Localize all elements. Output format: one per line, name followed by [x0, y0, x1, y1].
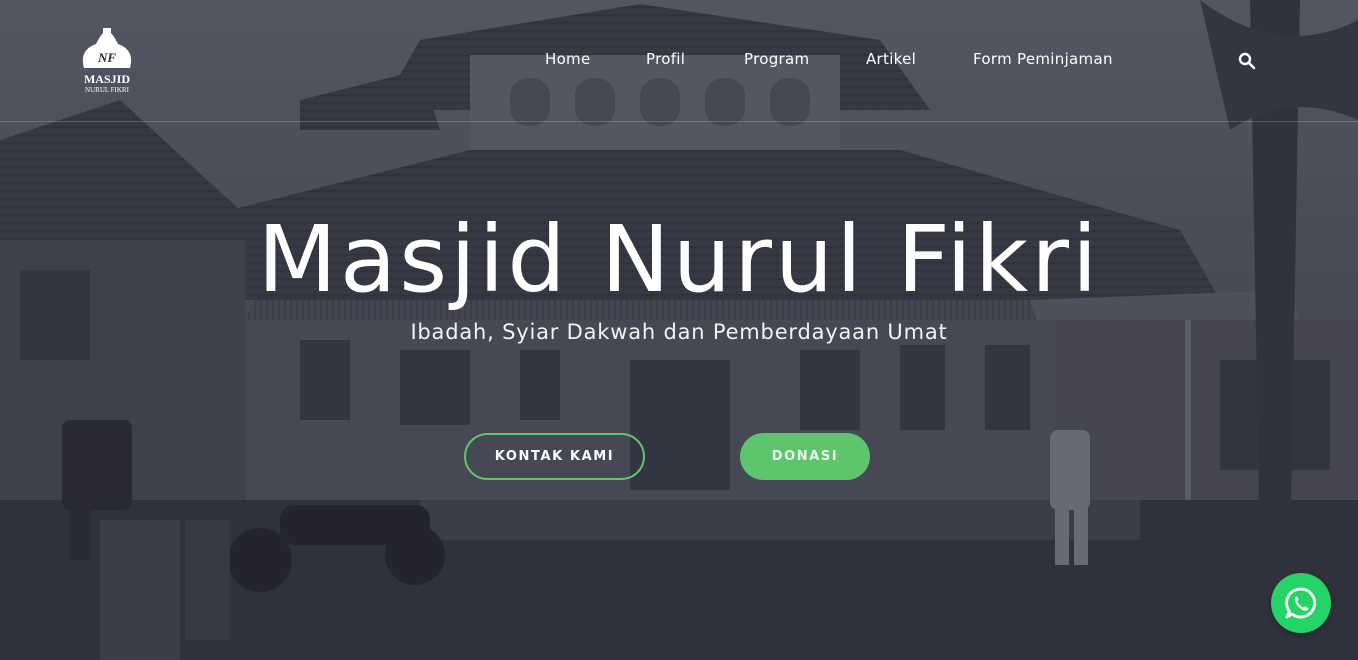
main-nav: Home Profil Program Artikel Form Peminja…: [0, 50, 1358, 72]
nav-item-artikel[interactable]: Artikel: [866, 50, 916, 68]
hero-title: Masjid Nurul Fikri: [257, 206, 1101, 313]
logo-text-line2: NURUL FIKRI: [85, 86, 130, 94]
nav-item-program[interactable]: Program: [744, 50, 809, 68]
kontak-kami-button[interactable]: KONTAK KAMI: [464, 433, 645, 480]
whatsapp-button[interactable]: [1271, 573, 1331, 633]
whatsapp-icon: [1285, 587, 1317, 619]
hero-subtitle: Ibadah, Syiar Dakwah dan Pemberdayaan Um…: [410, 320, 948, 344]
nav-item-profil[interactable]: Profil: [646, 50, 685, 68]
nav-item-home[interactable]: Home: [545, 50, 591, 68]
search-icon[interactable]: [1238, 52, 1256, 70]
hero-section: NF MASJID NURUL FIKRI Home Profil Progra…: [0, 0, 1358, 660]
navbar: NF MASJID NURUL FIKRI Home Profil Progra…: [0, 0, 1358, 122]
nav-item-form-peminjaman[interactable]: Form Peminjaman: [973, 50, 1113, 68]
logo-text-line1: MASJID: [84, 72, 130, 86]
donasi-button[interactable]: DONASI: [740, 433, 870, 480]
